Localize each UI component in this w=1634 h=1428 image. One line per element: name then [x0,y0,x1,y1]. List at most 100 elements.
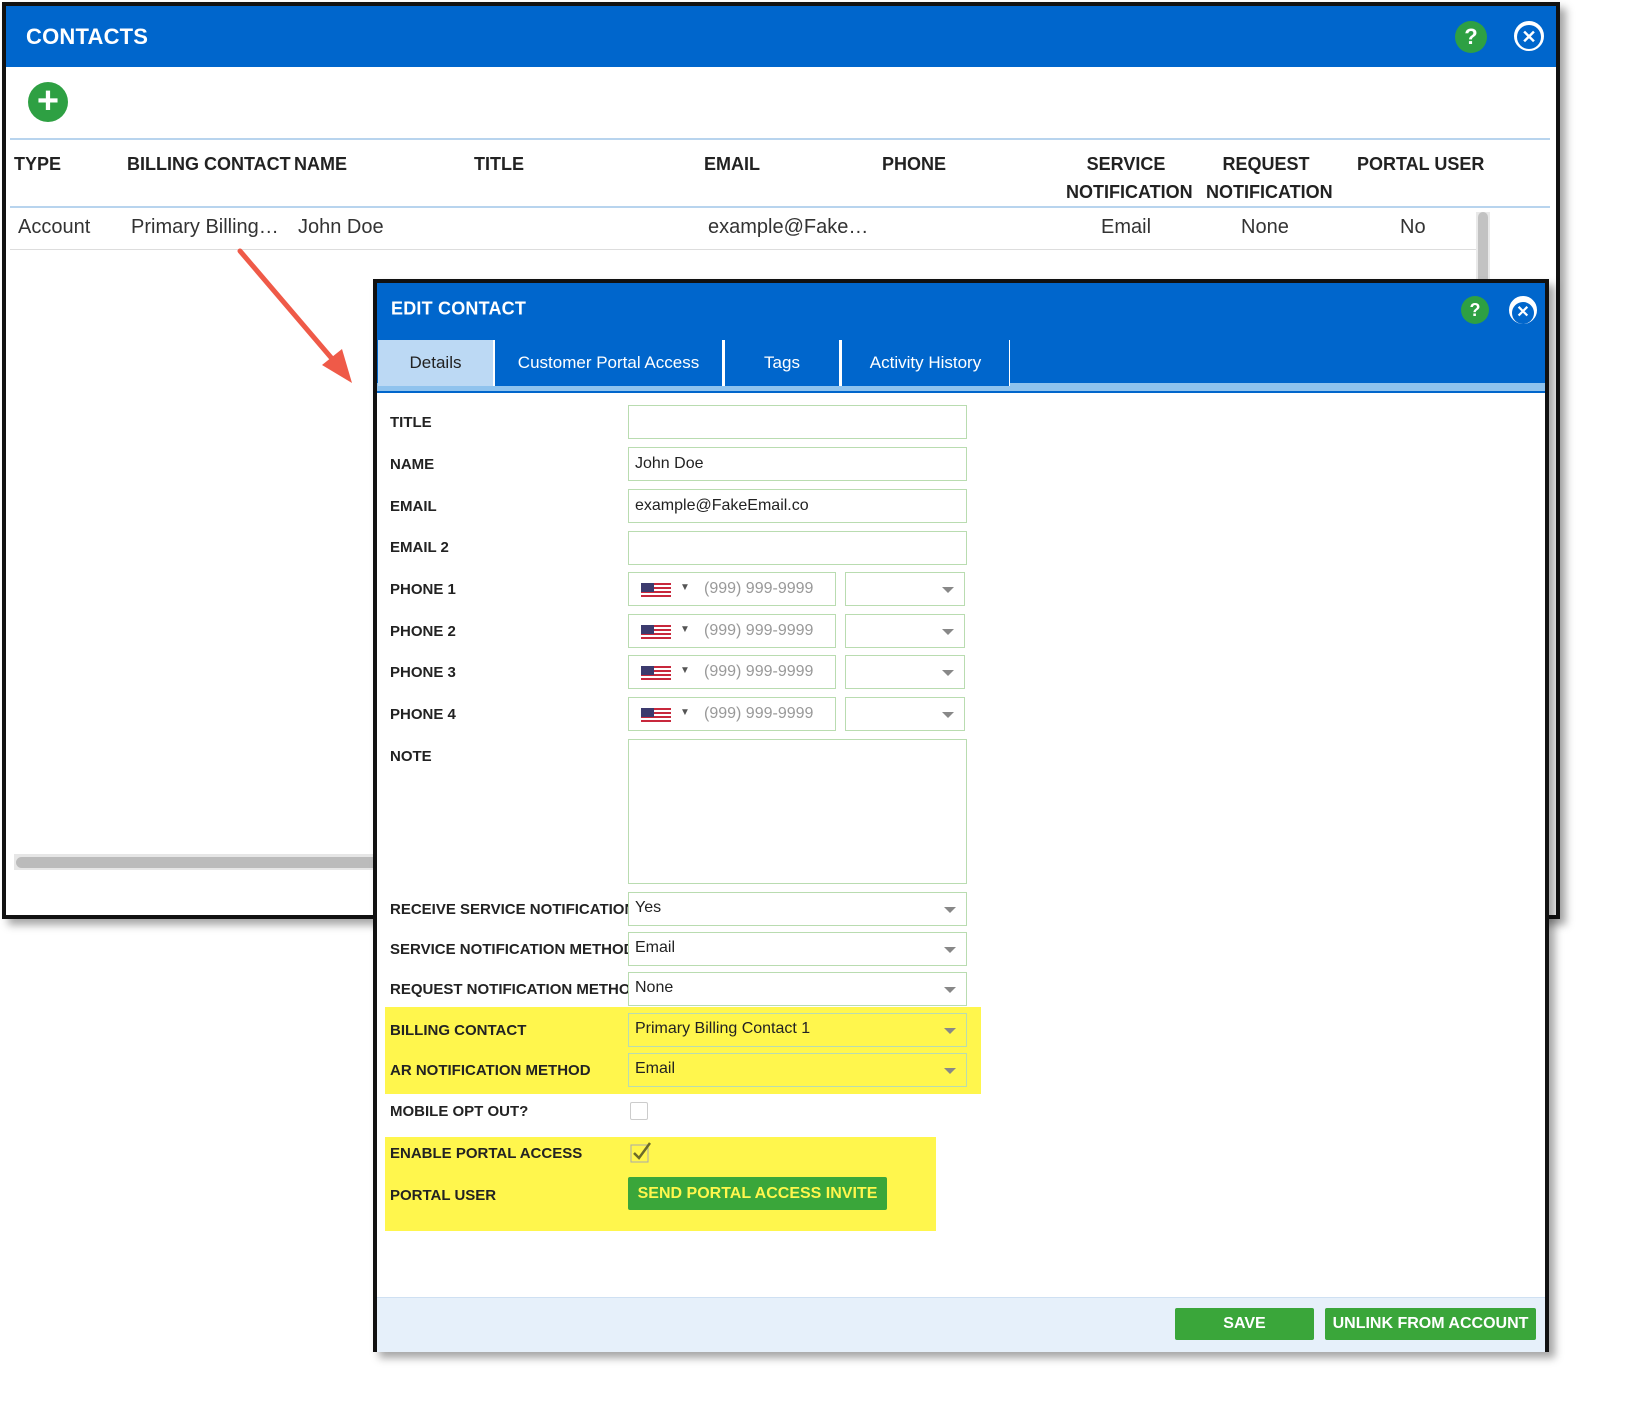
service-notification-method-select[interactable]: Email [628,932,967,966]
chevron-down-icon [942,629,954,635]
email-label: EMAIL [390,498,437,515]
receive-service-notifications-value: Yes [635,899,662,916]
email2-field[interactable] [628,531,967,565]
chevron-down-icon [944,947,956,953]
phone2-type-select[interactable] [845,614,965,648]
request-notification-method-value: None [635,979,674,996]
close-glyph: ✕ [1517,25,1541,49]
chevron-down-icon [944,907,956,913]
unlink-from-account-button[interactable]: UNLINK FROM ACCOUNT [1325,1308,1536,1340]
request-notification-method-select[interactable]: None [628,972,967,1006]
tab-customer-portal-access[interactable]: Customer Portal Access [493,340,723,386]
cell-email: example@Fake… [708,216,869,238]
cell-name: John Doe [298,216,384,238]
enable-portal-access-checkbox[interactable] [630,1141,652,1163]
column-header-email[interactable]: EMAIL [704,150,760,178]
country-dropdown-icon[interactable]: ▼ [680,707,690,718]
billing-contact-value: Primary Billing Contact 1 [635,1020,811,1037]
request-notification-method-label: REQUEST NOTIFICATION METHOD [390,981,642,998]
contacts-title: CONTACTS [26,23,149,49]
country-dropdown-icon[interactable]: ▼ [680,665,690,676]
portal-user-label: PORTAL USER [390,1187,497,1204]
column-header-name[interactable]: NAME [294,150,347,178]
column-header-phone[interactable]: PHONE [882,150,946,178]
add-contact-icon[interactable]: + [28,82,68,122]
help-icon[interactable]: ? [1461,296,1489,324]
close-icon[interactable]: ✕ [1509,296,1537,324]
note-textarea[interactable] [628,739,967,884]
phone4-placeholder: (999) 999-9999 [704,705,814,722]
phone3-type-select[interactable] [845,655,965,689]
cell-service-notification: Email [1101,216,1152,238]
phone3-placeholder: (999) 999-9999 [704,663,814,680]
phone3-label: PHONE 3 [390,664,456,681]
phone3-input[interactable]: ▼ (999) 999-9999 [628,655,836,689]
cell-billing-contact: Primary Billing… [131,216,279,238]
billing-contact-select[interactable]: Primary Billing Contact 1 [628,1013,967,1047]
chevron-down-icon [944,987,956,993]
dialog-footer: SAVE UNLINK FROM ACCOUNT [377,1297,1545,1352]
mobile-opt-out-checkbox[interactable] [630,1102,648,1120]
service-notification-method-value: Email [635,939,676,956]
tab-details[interactable]: Details [378,340,493,386]
chevron-down-icon [942,587,954,593]
phone1-input[interactable]: ▼ (999) 999-9999 [628,572,836,606]
us-flag-icon[interactable] [641,625,671,641]
tab-activity-history[interactable]: Activity History [840,340,1010,386]
tab-bar: Details Customer Portal Access Tags Acti… [377,335,1545,393]
service-notification-method-label: SERVICE NOTIFICATION METHOD [390,941,635,958]
billing-contact-label: BILLING CONTACT [390,1022,527,1039]
receive-service-notifications-select[interactable]: Yes [628,892,967,926]
callout-arrow-icon [237,248,352,383]
edit-contact-titlebar: EDIT CONTACT ? ✕ [377,283,1545,335]
send-portal-access-invite-button[interactable]: SEND PORTAL ACCESS INVITE [628,1177,887,1210]
email-field[interactable] [628,489,967,523]
phone2-placeholder: (999) 999-9999 [704,622,814,639]
title-field[interactable] [628,405,967,439]
chevron-down-icon [942,712,954,718]
country-dropdown-icon[interactable]: ▼ [680,624,690,635]
scrollbar-thumb[interactable] [1478,212,1488,284]
note-label: NOTE [390,748,432,765]
phone1-label: PHONE 1 [390,581,456,598]
name-field[interactable] [628,447,967,481]
phone2-input[interactable]: ▼ (999) 999-9999 [628,614,836,648]
chevron-down-icon [942,670,954,676]
name-label: NAME [390,456,435,473]
close-icon[interactable]: ✕ [1514,21,1544,51]
cell-type: Account [18,216,91,238]
contacts-titlebar: CONTACTS ? ✕ [6,6,1556,67]
column-header-portal-user[interactable]: PORTAL USER [1357,150,1484,178]
enable-portal-access-label: ENABLE PORTAL ACCESS [390,1145,583,1162]
country-dropdown-icon[interactable]: ▼ [680,582,690,593]
mobile-opt-out-label: MOBILE OPT OUT? [390,1103,529,1120]
column-header-request-notification[interactable]: REQUEST NOTIFICATION [1206,150,1333,206]
column-header-billing-contact[interactable]: BILLING CONTACT [127,150,291,178]
phone4-input[interactable]: ▼ (999) 999-9999 [628,697,836,731]
chevron-down-icon [944,1028,956,1034]
details-form: TITLE NAME EMAIL EMAIL 2 PHONE 1 ▼ (999)… [377,395,1545,1295]
table-row[interactable]: Account Primary Billing… John Doe exampl… [10,208,1480,250]
phone4-label: PHONE 4 [390,706,456,723]
email2-label: EMAIL 2 [390,539,449,556]
tab-tags[interactable]: Tags [723,340,840,386]
phone2-label: PHONE 2 [390,623,456,640]
us-flag-icon[interactable] [641,583,671,599]
help-icon[interactable]: ? [1455,21,1487,53]
phone1-type-select[interactable] [845,572,965,606]
scrollbar-thumb[interactable] [16,857,416,868]
us-flag-icon[interactable] [641,708,671,724]
ar-notification-method-value: Email [635,1060,676,1077]
cell-request-notification: None [1241,216,1289,238]
column-header-service-notification[interactable]: SERVICE NOTIFICATION [1066,150,1193,206]
ar-notification-method-select[interactable]: Email [628,1053,967,1087]
us-flag-icon[interactable] [641,666,671,682]
edit-contact-title: EDIT CONTACT [391,298,527,319]
column-header-title[interactable]: TITLE [474,150,524,178]
column-header-type[interactable]: TYPE [14,150,61,178]
chevron-down-icon [944,1068,956,1074]
phone4-type-select[interactable] [845,697,965,731]
cell-portal-user: No [1400,216,1426,238]
save-button[interactable]: SAVE [1175,1308,1314,1340]
contacts-grid-header: TYPE BILLING CONTACT NAME TITLE EMAIL PH… [10,138,1550,208]
